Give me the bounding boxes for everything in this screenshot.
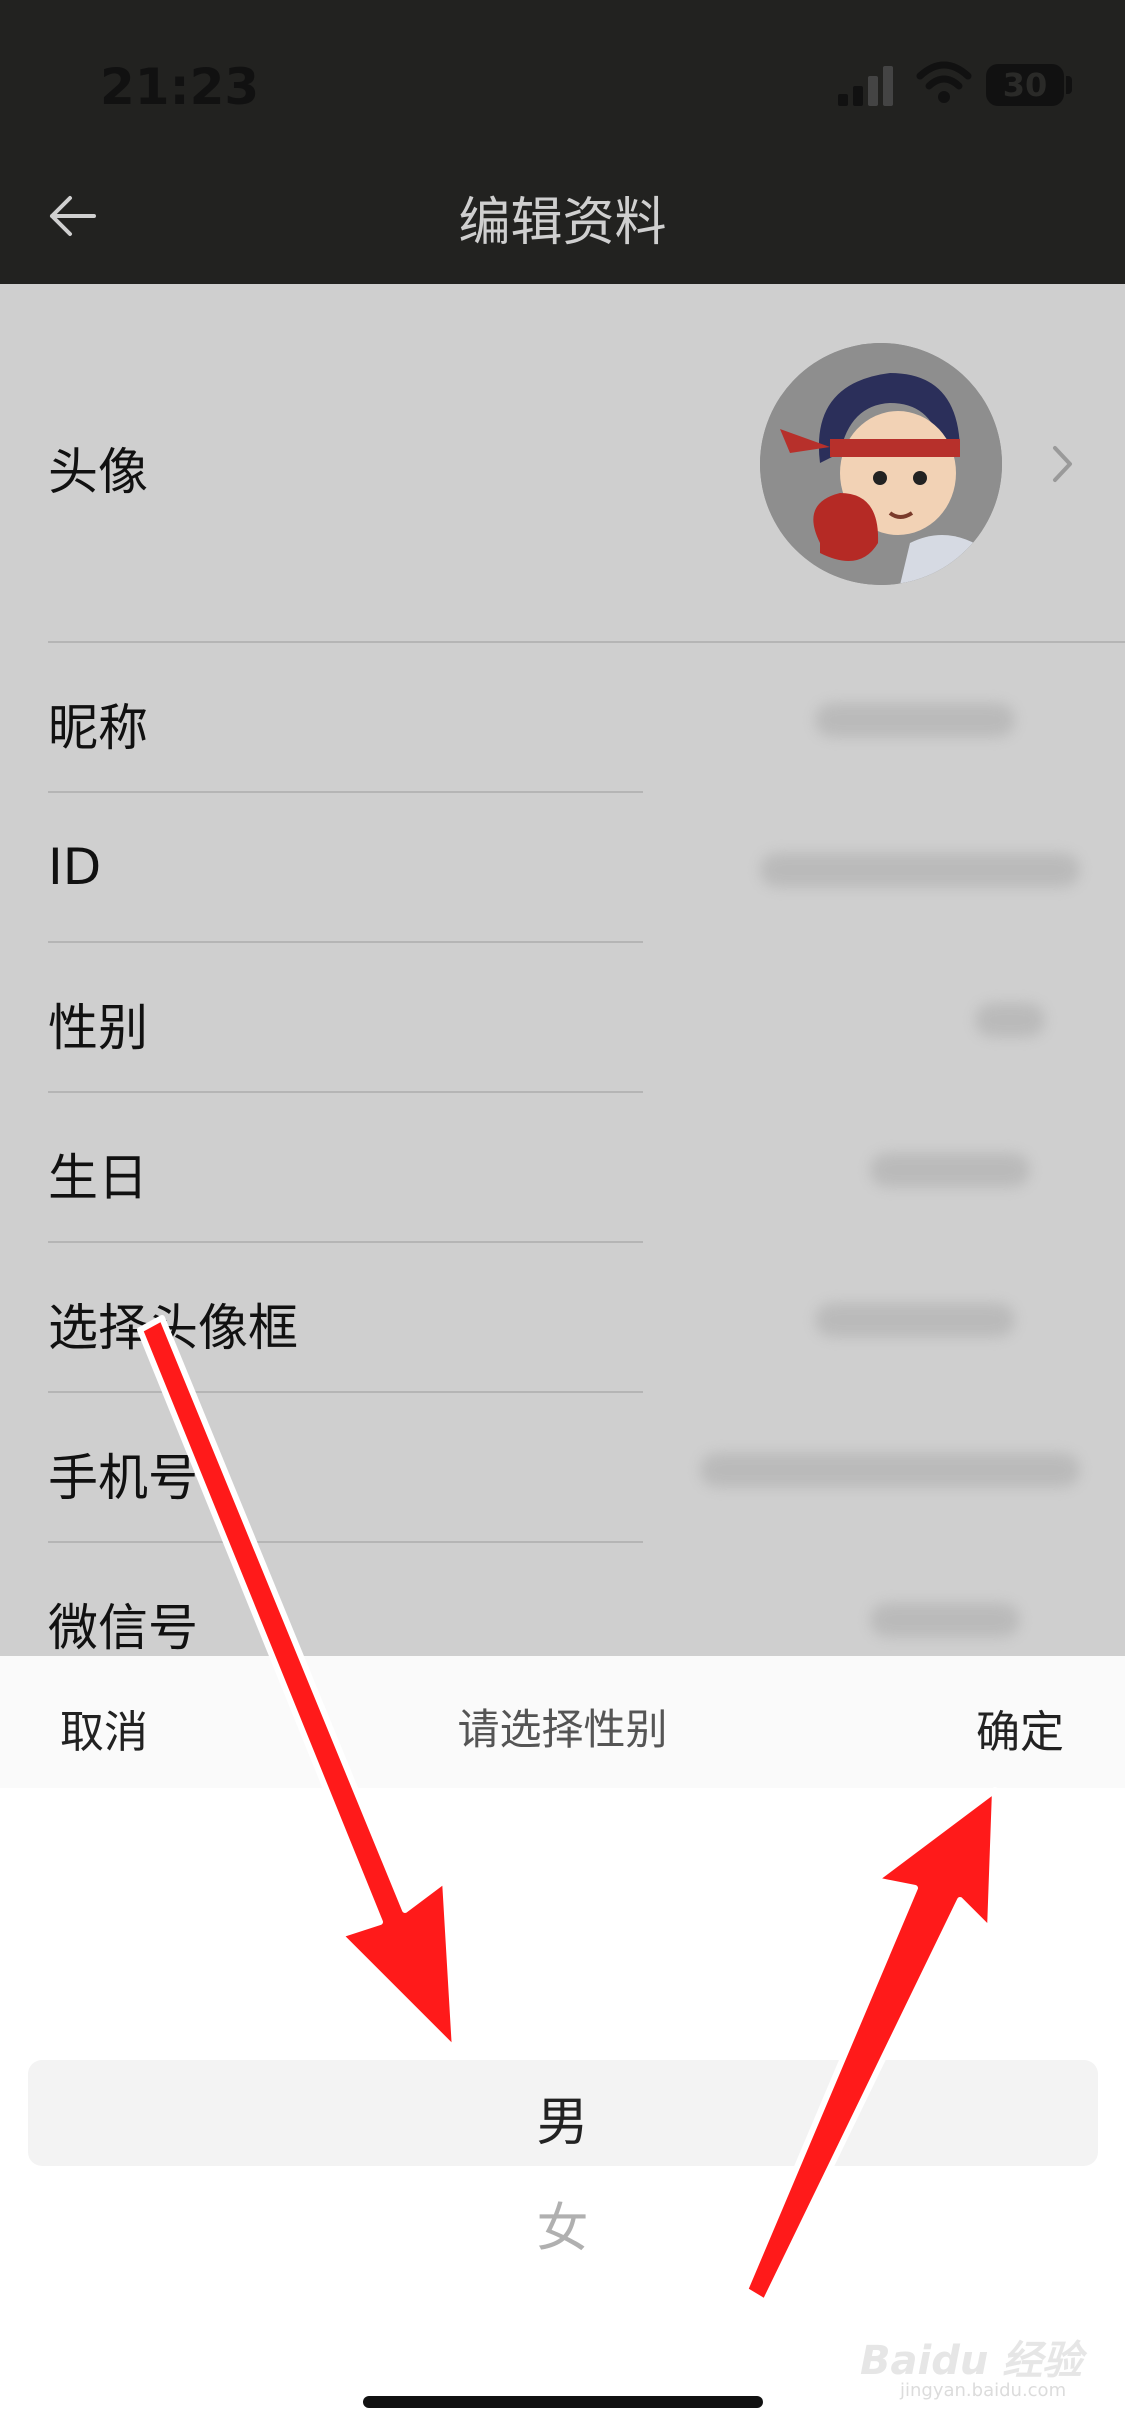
annotation-layer [137,1315,998,2305]
annotation-arrow-down [137,1315,458,2053]
annotation-arrow-up [742,1787,998,2305]
